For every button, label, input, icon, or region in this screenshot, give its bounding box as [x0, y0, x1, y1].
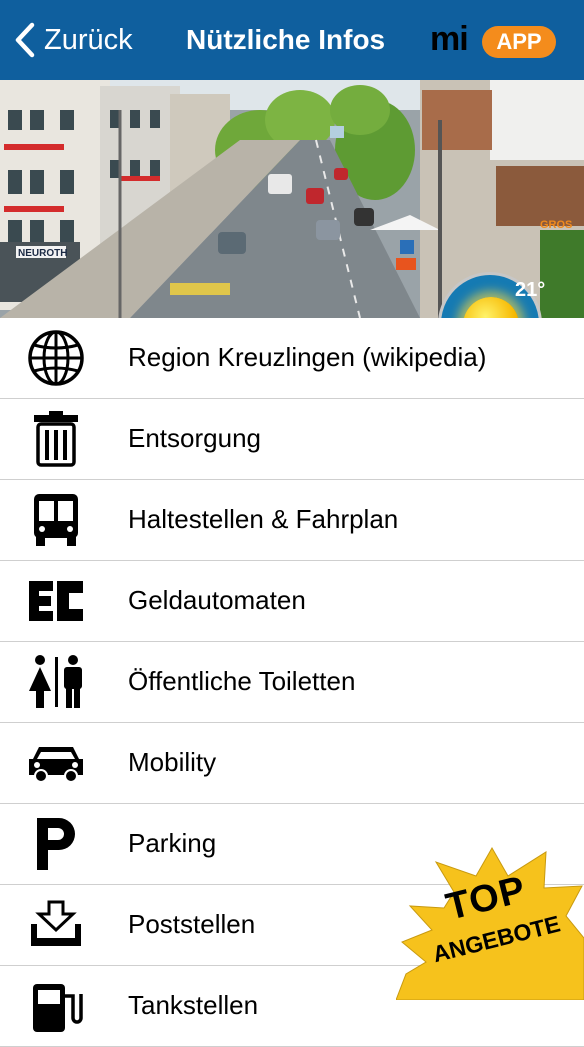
menu-item-toiletten[interactable]: Öffentliche Toiletten: [0, 642, 584, 723]
menu-item-mobility[interactable]: Mobility: [0, 723, 584, 804]
bus-icon: [26, 492, 86, 548]
menu-item-region[interactable]: Region Kreuzlingen (wikipedia): [0, 318, 584, 399]
temperature: 21°: [515, 279, 546, 301]
store-sign: GROS: [540, 219, 572, 231]
menu-item-label: Öffentliche Toiletten: [128, 666, 356, 696]
menu-item-haltestellen[interactable]: Haltestellen & Fahrplan: [0, 480, 584, 561]
menu-item-label: Entsorgung: [128, 423, 261, 453]
menu-item-label: Tankstellen: [128, 990, 259, 1020]
top-angebote-badge[interactable]: TOP ANGEBOTE: [395, 846, 584, 1001]
menu-item-label: Parking: [128, 828, 217, 858]
globe-icon: [26, 330, 86, 386]
menu-item-geldautomaten[interactable]: Geldautomaten: [0, 561, 584, 642]
menu-item-entsorgung[interactable]: Entsorgung: [0, 399, 584, 480]
storefront-sign: NEUROTH: [18, 248, 67, 259]
menu-item-label: Poststellen: [128, 909, 256, 939]
car-icon: [26, 735, 86, 791]
menu-item-label: Region Kreuzlingen (wikipedia): [128, 342, 487, 372]
menu-item-label: Mobility: [128, 747, 217, 777]
restroom-icon: [26, 654, 86, 710]
parking-icon: [26, 816, 86, 872]
header-image: NEUROTH GROS 21°: [0, 80, 584, 318]
fuel-pump-icon: [26, 978, 86, 1034]
back-button[interactable]: Zurück: [14, 22, 133, 58]
ec-card-icon: [26, 573, 86, 629]
menu-item-label: Geldautomaten: [128, 585, 306, 615]
chevron-left-icon: [15, 22, 35, 58]
miapp-logo: mi APP: [430, 22, 560, 60]
sun-icon: [463, 297, 519, 318]
back-label: Zurück: [44, 23, 133, 56]
trash-bin-icon: [26, 411, 86, 467]
page-title: Nützliche Infos: [186, 24, 386, 55]
inbox-download-icon: [26, 897, 86, 953]
menu-item-label: Haltestellen & Fahrplan: [128, 504, 399, 534]
navigation-bar: Zurück Nützliche Infos mi APP: [0, 0, 584, 80]
logo-mi-text: mi: [430, 20, 469, 58]
logo-app-badge: APP: [482, 26, 556, 58]
